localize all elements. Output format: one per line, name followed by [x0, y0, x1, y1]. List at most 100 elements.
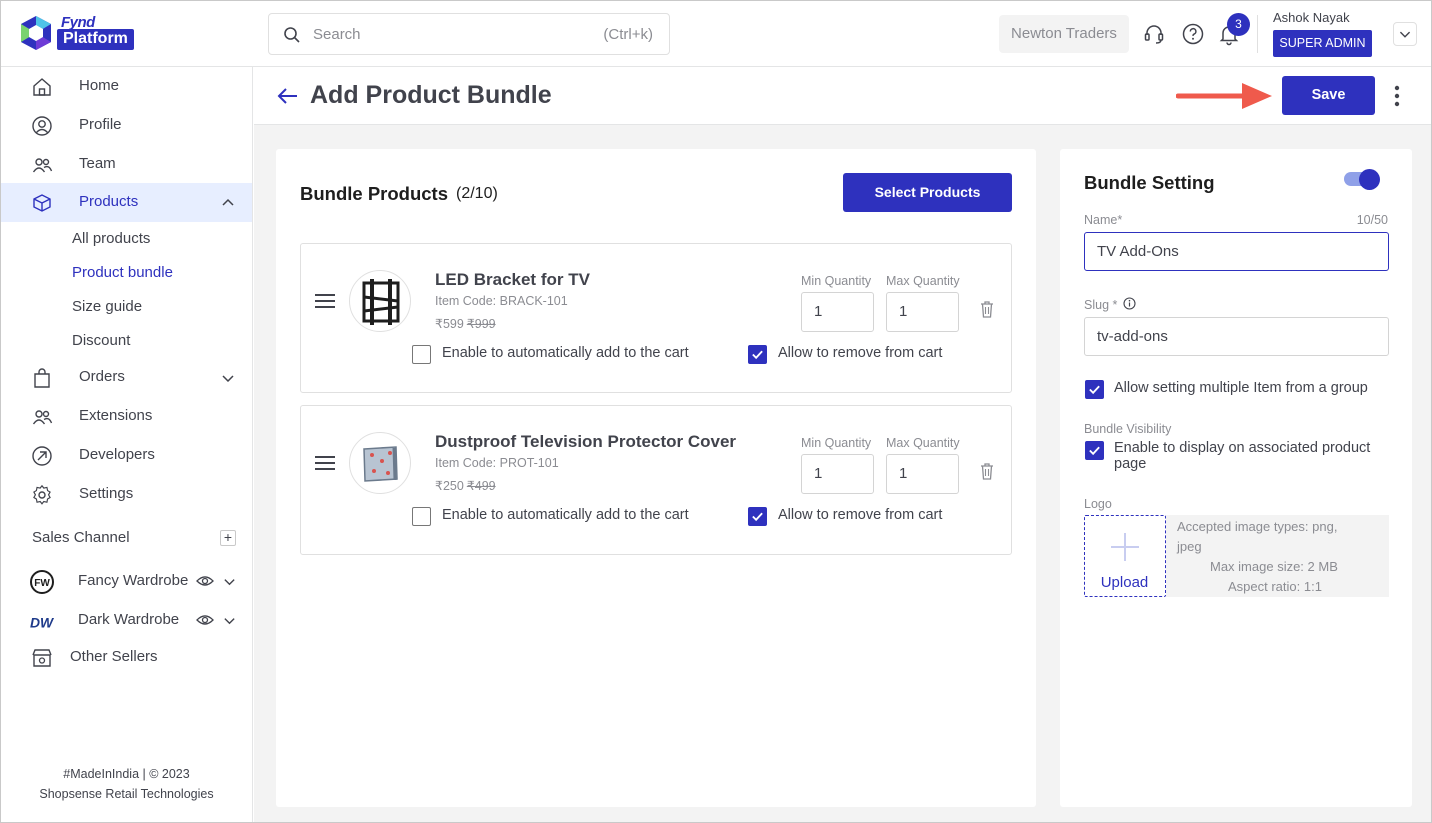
bundle-enabled-toggle[interactable]	[1344, 169, 1380, 190]
bundle-products-title: Bundle Products	[300, 183, 449, 204]
dark-wardrobe-logo: DW	[30, 614, 54, 630]
max-image-size: Max image size: 2 MB	[1210, 559, 1338, 574]
chevron-down-icon[interactable]	[223, 575, 236, 588]
chevron-up-icon[interactable]	[221, 196, 235, 210]
eye-icon[interactable]	[196, 613, 214, 627]
trash-icon[interactable]	[979, 300, 995, 318]
top-bar: Fynd Platform Search (Ctrl+k) Newton Tra…	[1, 1, 1431, 67]
sidebar-item-settings[interactable]: Settings	[1, 475, 252, 514]
product-name: Dustproof Television Protector Cover	[435, 432, 737, 451]
info-icon[interactable]	[1123, 297, 1136, 310]
allow-multiple-checkbox[interactable]	[1085, 380, 1104, 399]
upload-label: Upload	[1100, 574, 1149, 591]
tv-cover-image-icon	[363, 446, 398, 482]
name-label: Name*	[1084, 213, 1123, 227]
allow-remove-label: Allow to remove from cart	[778, 507, 943, 523]
bundle-setting-panel: Bundle Setting Name* 10/50 TV Add-Ons Sl…	[1060, 149, 1412, 807]
notification-badge[interactable]: 3	[1227, 13, 1250, 36]
selling-price: ₹599	[435, 317, 464, 331]
more-options-icon[interactable]	[1390, 83, 1404, 109]
channel-dark-wardrobe[interactable]: DW Dark Wardrobe	[1, 602, 252, 638]
min-quantity-label: Min Quantity	[801, 436, 872, 450]
allow-remove-checkbox[interactable]	[748, 507, 767, 526]
sidebar-item-profile[interactable]: Profile	[1, 106, 252, 145]
chevron-down-icon[interactable]	[223, 614, 236, 627]
product-name: LED Bracket for TV	[435, 270, 590, 289]
drag-handle-icon[interactable]	[314, 292, 336, 310]
bundle-setting-title: Bundle Setting	[1084, 172, 1215, 193]
allow-multiple-label: Allow setting multiple Item from a group	[1114, 380, 1368, 396]
bundle-visibility-label: Bundle Visibility	[1084, 422, 1172, 436]
svg-text:FW: FW	[34, 578, 50, 589]
sidebar-item-extensions[interactable]: Extensions	[1, 397, 252, 436]
check-icon	[752, 512, 763, 522]
sidebar-item-label: Orders	[79, 368, 125, 385]
selling-price: ₹250	[435, 479, 464, 493]
subnav-all-products[interactable]: All products	[72, 230, 150, 247]
search-icon	[284, 27, 300, 43]
allow-remove-checkbox[interactable]	[748, 345, 767, 364]
user-role-badge: SUPER ADMIN	[1273, 30, 1372, 57]
sidebar-item-home[interactable]: Home	[1, 67, 252, 106]
other-sellers-label: Other Sellers	[70, 648, 158, 665]
subnav-discount[interactable]: Discount	[72, 332, 130, 349]
user-menu-button[interactable]	[1393, 22, 1417, 46]
channel-fancy-wardrobe[interactable]: FW Fancy Wardrobe	[1, 563, 252, 599]
channel-label: Dark Wardrobe	[78, 611, 180, 628]
product-price: ₹250 ₹499	[435, 478, 496, 493]
add-sales-channel-button[interactable]: +	[220, 530, 236, 546]
trash-icon[interactable]	[979, 462, 995, 480]
auto-add-checkbox[interactable]	[412, 507, 431, 526]
sidebar-item-label: Profile	[79, 116, 122, 133]
subnav-product-bundle[interactable]: Product bundle	[72, 264, 173, 281]
auto-add-label: Enable to automatically add to the cart	[442, 345, 689, 361]
save-button[interactable]: Save	[1282, 76, 1375, 115]
fynd-platform-logo[interactable]: Fynd Platform	[17, 14, 152, 54]
min-quantity-input[interactable]: 1	[801, 292, 874, 332]
support-icon[interactable]	[1142, 22, 1166, 46]
min-quantity-input[interactable]: 1	[801, 454, 874, 494]
subnav-size-guide[interactable]: Size guide	[72, 298, 142, 315]
visibility-checkbox[interactable]	[1085, 441, 1104, 460]
toggle-knob	[1359, 169, 1380, 190]
sidebar-item-label: Extensions	[79, 407, 153, 424]
sidebar-item-products[interactable]: Products	[1, 183, 252, 222]
mrp-price: ₹999	[466, 317, 496, 331]
sidebar-item-label: Developers	[79, 446, 155, 463]
company-selector[interactable]: Newton Traders	[999, 15, 1129, 53]
product-price: ₹599 ₹999	[435, 316, 496, 331]
accepted-types: Accepted image types: png,	[1177, 519, 1338, 534]
annotation-arrow-icon	[1176, 83, 1272, 109]
logo-label: Logo	[1084, 497, 1112, 511]
auto-add-checkbox[interactable]	[412, 345, 431, 364]
check-icon	[752, 350, 763, 360]
plus-icon	[1111, 533, 1139, 561]
search-input[interactable]: Search (Ctrl+k)	[268, 13, 670, 55]
slug-label: Slug *	[1084, 298, 1118, 312]
sidebar: Home Profile Team Products All products …	[1, 67, 253, 822]
team-icon	[32, 158, 53, 173]
back-arrow-icon[interactable]	[276, 84, 300, 108]
page-header: Add Product Bundle Save	[254, 67, 1431, 125]
sidebar-item-developers[interactable]: Developers	[1, 436, 252, 475]
max-quantity-input[interactable]: 1	[886, 292, 959, 332]
sales-channel-title: Sales Channel	[32, 529, 130, 546]
brand-line2: Platform	[57, 29, 134, 50]
footer-line1: #MadeInIndia | © 2023	[63, 767, 190, 781]
help-icon[interactable]	[1181, 22, 1205, 46]
home-icon	[33, 78, 51, 96]
max-quantity-input[interactable]: 1	[886, 454, 959, 494]
select-products-button[interactable]: Select Products	[843, 173, 1012, 212]
eye-icon[interactable]	[196, 574, 214, 588]
sidebar-item-orders[interactable]: Orders	[1, 358, 252, 397]
chevron-down-icon[interactable]	[221, 371, 235, 385]
slug-input[interactable]: tv-add-ons	[1084, 317, 1389, 356]
mrp-price: ₹499	[466, 479, 496, 493]
visibility-text: Enable to display on associated product …	[1114, 440, 1371, 472]
drag-handle-icon[interactable]	[314, 454, 336, 472]
name-input[interactable]: TV Add-Ons	[1084, 232, 1389, 271]
sidebar-item-team[interactable]: Team	[1, 145, 252, 184]
other-sellers-item[interactable]: Other Sellers	[1, 639, 252, 675]
upload-logo-button[interactable]: Upload	[1084, 515, 1166, 597]
user-name: Ashok Nayak	[1273, 10, 1350, 25]
